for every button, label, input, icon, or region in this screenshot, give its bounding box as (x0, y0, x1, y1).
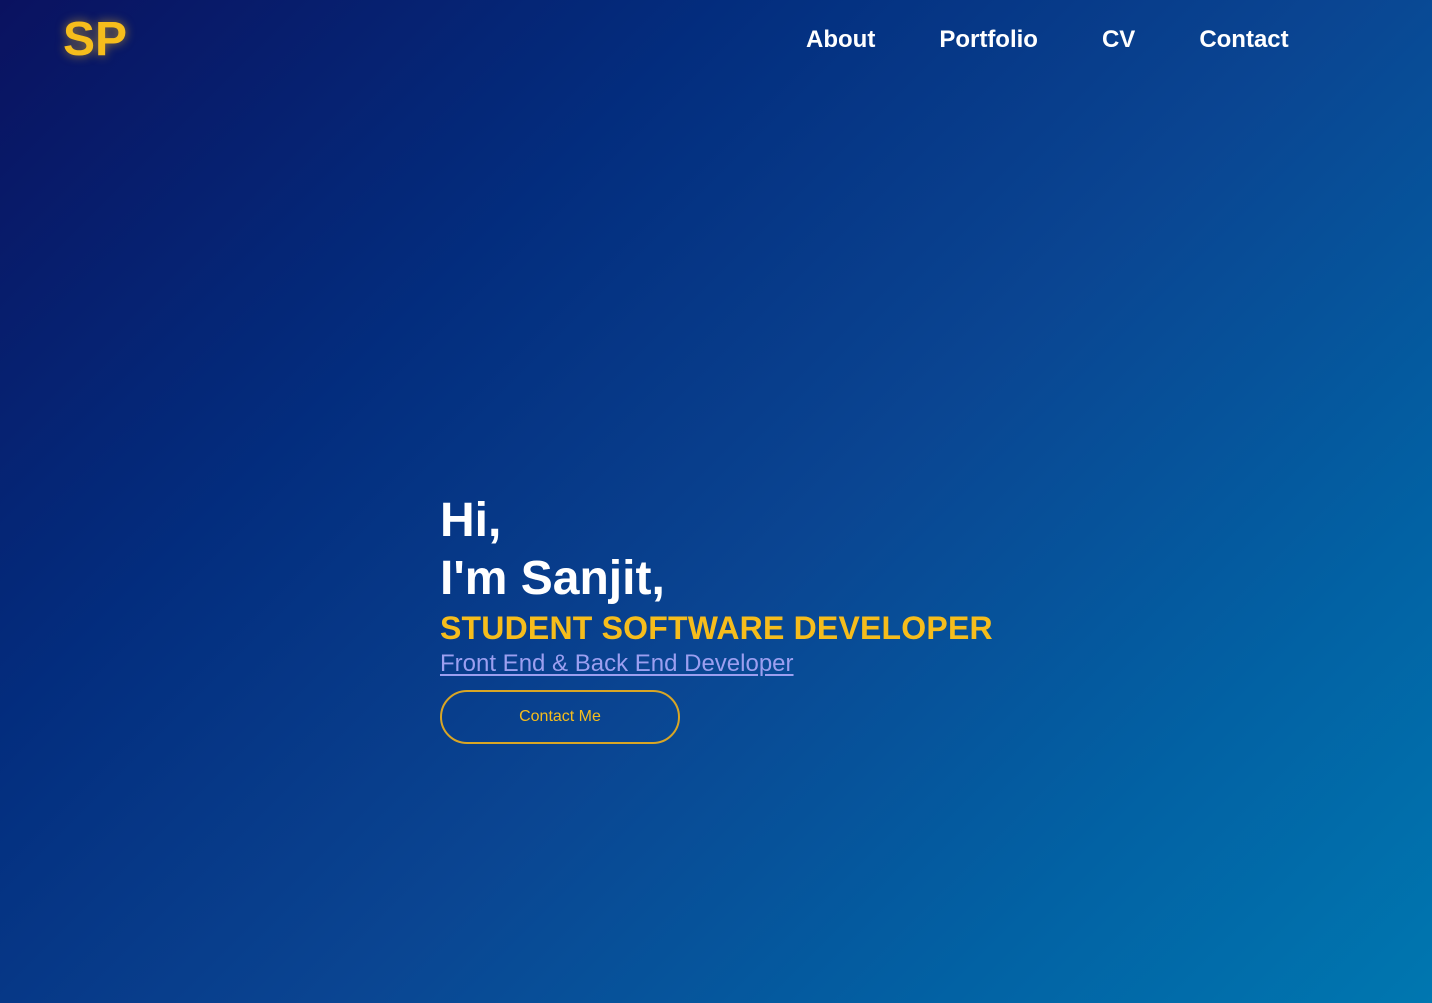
hero-role: STUDENT SOFTWARE DEVELOPER (440, 610, 993, 646)
greeting-line-2: I'm Sanjit, (440, 552, 665, 605)
nav-link-cv[interactable]: CV (1102, 25, 1135, 55)
nav-link-about[interactable]: About (806, 25, 875, 55)
contact-me-button[interactable]: Contact Me (440, 690, 680, 744)
main-nav: About Portfolio CV Contact (806, 25, 1289, 55)
nav-link-portfolio[interactable]: Portfolio (939, 25, 1038, 55)
site-logo[interactable]: SP (63, 13, 127, 67)
hero-section: Hi, I'm Sanjit, STUDENT SOFTWARE DEVELOP… (440, 492, 993, 744)
hero-subtitle-link[interactable]: Front End & Back End Developer (440, 648, 794, 680)
hero-greeting: Hi, I'm Sanjit, (440, 492, 993, 608)
greeting-line-1: Hi, (440, 494, 502, 547)
nav-link-contact[interactable]: Contact (1199, 25, 1288, 55)
